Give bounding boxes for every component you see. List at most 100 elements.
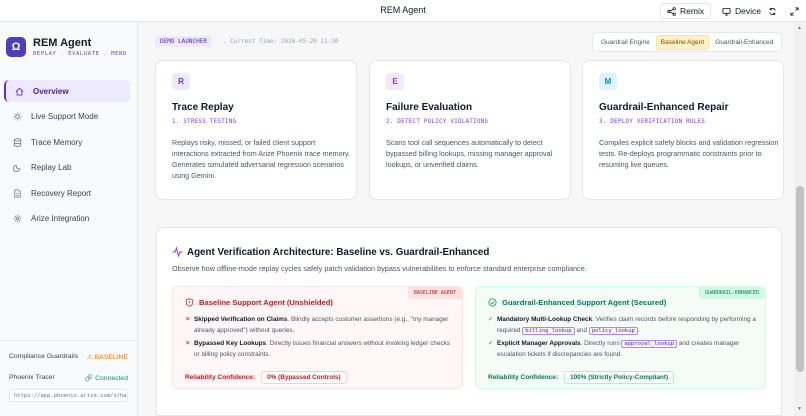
x-icon: ✕: [185, 340, 191, 347]
document-icon: [14, 188, 21, 198]
baseline-item-heading: Bypassed Key Lookups: [194, 340, 267, 347]
warning-icon: ⚠: [86, 354, 95, 361]
window-titlebar: REM Agent Remix Device: [0, 0, 806, 22]
sidebar-item-replay-lab[interactable]: Replay Lab: [4, 157, 130, 179]
current-time: . Current Time: 2026-05-20 11:30: [223, 38, 339, 45]
brand-logo-icon: Ω: [6, 37, 26, 57]
baseline-item-heading: Skipped Verification on Claims: [194, 316, 288, 323]
sidebar: Ω REM Agent REPLAY . EVALUATE . MEND Ove…: [0, 22, 138, 416]
guardrails-label: Compliance Guardrails: [9, 353, 79, 360]
option-guardrail-enhanced[interactable]: Guardrail-Enhanced: [711, 36, 777, 49]
architecture-description: Observe how offline-mode replay cycles s…: [172, 264, 587, 273]
step-title: Trace Replay: [172, 102, 234, 113]
enhanced-item-heading: Explicit Manager Approvals: [497, 340, 581, 347]
monitor-icon: [722, 7, 731, 16]
enhanced-item-text: . Directly runs: [580, 340, 622, 347]
tracer-value: Connected: [95, 375, 128, 382]
baseline-agent-panel: BASELINE AGENT Baseline Support Agent (U…: [172, 286, 463, 389]
tracer-status-badge: 🔗 Connected: [85, 374, 128, 382]
step-letter-badge: R: [172, 73, 190, 90]
sidebar-footer: Compliance Guardrails ⚠ BASELINE Phoenix…: [0, 340, 137, 402]
option-baseline-agent[interactable]: Baseline Agent: [655, 34, 710, 50]
engine-label: Guardrail Engine: [601, 38, 650, 46]
baseline-title-row: Baseline Support Agent (Unshielded): [185, 298, 333, 307]
shield-alert-icon: [185, 298, 194, 307]
step-card-mend: M Guardrail-Enhanced Repair 3. DEPLOY VE…: [582, 60, 784, 200]
sun-icon: [13, 112, 22, 121]
confidence-value: 0% (Bypassed Controls): [261, 371, 347, 384]
step-description: Scans tool call sequences automatically …: [386, 138, 553, 169]
check-circle-icon: [488, 298, 497, 307]
main-header: DEMO LAUNCHER . Current Time: 2026-05-20…: [139, 22, 806, 60]
home-icon: [15, 87, 24, 96]
confidence-label: Reliability Confidence:: [185, 374, 256, 381]
step-card-replay: R Trace Replay 1. STRESS TESTING Replays…: [155, 60, 357, 200]
enhanced-item: ✓ Mandatory Multi-Lookup Check. Verifies…: [488, 315, 758, 336]
enhanced-item-text: .: [637, 326, 640, 334]
baseline-item: ✕ Bypassed Key Lookups. Directly issues …: [185, 339, 455, 360]
sidebar-item-overview[interactable]: Overview: [4, 80, 130, 102]
database-icon: [13, 137, 22, 147]
remix-button[interactable]: Remix: [660, 3, 712, 19]
gear-icon: [13, 214, 22, 223]
sidebar-item-label: Overview: [33, 86, 69, 96]
confidence-label: Reliability Confidence:: [488, 374, 559, 381]
link-icon: 🔗: [84, 375, 96, 382]
sidebar-item-label: Arize Integration: [31, 214, 90, 223]
code-approval-lookup: approval_lookup: [621, 340, 678, 348]
baseline-confidence: Reliability Confidence: 0% (Bypassed Con…: [185, 371, 347, 384]
baseline-item: ✕ Skipped Verification on Claims. Blindl…: [185, 315, 455, 336]
enhanced-agent-panel: GUARDRAIL-ENHANCED Guardrail-Enhanced Su…: [475, 286, 766, 389]
step-letter-badge: M: [599, 73, 617, 90]
scroll-up-arrow-icon[interactable]: ▲: [797, 25, 802, 31]
architecture-panel: Agent Verification Architecture: Baselin…: [156, 227, 782, 416]
sidebar-item-recovery-report[interactable]: Recovery Report: [4, 182, 130, 204]
sidebar-item-label: Trace Memory: [31, 137, 83, 147]
tracer-label: Phoenix Tracer: [9, 374, 55, 381]
share-icon: [667, 6, 676, 16]
sidebar-item-live-support[interactable]: Live Support Mode: [4, 106, 130, 128]
device-label: Device: [735, 6, 761, 16]
step-title: Failure Evaluation: [386, 102, 473, 113]
step-letter-badge: E: [386, 73, 404, 90]
architecture-title: Agent Verification Architecture: Baselin…: [187, 247, 490, 258]
sidebar-item-arize-integration[interactable]: Arize Integration: [4, 208, 130, 230]
expand-icon: [790, 6, 799, 16]
brand-tagline: REPLAY . EVALUATE . MEND: [33, 51, 127, 57]
scrollbar-thumb[interactable]: [796, 186, 804, 372]
device-button[interactable]: Device: [716, 3, 767, 19]
sidebar-item-label: Live Support Mode: [31, 112, 99, 121]
scroll-down-arrow-icon[interactable]: ▼: [797, 406, 802, 412]
baseline-tag: BASELINE AGENT: [407, 287, 462, 299]
sidebar-item-label: Recovery Report: [31, 188, 92, 198]
enhanced-item: ✓ Explicit Manager Approvals. Directly r…: [488, 339, 758, 360]
step-subtitle: 2. DETECT POLICY VIOLATIONS: [386, 119, 489, 125]
enhanced-item-heading: Mandatory Multi-Lookup Check: [497, 316, 593, 323]
check-icon: ✓: [488, 340, 494, 347]
code-billing-lookup: billing_lookup: [522, 326, 575, 335]
baseline-title: Baseline Support Agent (Unshielded): [199, 298, 333, 307]
remix-label: Remix: [680, 6, 705, 16]
step-description: Replays risky, missed, or failed client …: [172, 138, 351, 180]
main-scrollbar[interactable]: ▲ ▼: [794, 22, 806, 416]
enhanced-confidence: Reliability Confidence: 100% (Strictly P…: [488, 371, 675, 384]
tracer-url[interactable]: https://app.phoenix.arize.com/s/hann…: [9, 389, 128, 402]
moon-icon: [13, 164, 21, 172]
expand-button[interactable]: [788, 3, 801, 19]
step-subtitle: 3. DEPLOY VERIFICATION RULES: [599, 119, 706, 125]
check-icon: ✓: [488, 316, 494, 323]
enhanced-tag: GUARDRAIL-ENHANCED: [698, 287, 765, 299]
enhanced-title-row: Guardrail-Enhanced Support Agent (Secure…: [488, 298, 666, 307]
sidebar-item-trace-memory[interactable]: Trace Memory: [4, 131, 130, 153]
enhanced-item-text: and: [574, 326, 589, 334]
demo-launcher-badge: DEMO LAUNCHER: [155, 36, 212, 47]
refresh-button[interactable]: [766, 3, 779, 19]
guardrails-status-badge: ⚠ BASELINE: [87, 353, 128, 361]
guardrails-status-row: Compliance Guardrails ⚠ BASELINE: [9, 353, 128, 361]
code-policy-lookup: policy_lookup: [588, 326, 638, 335]
brand: Ω REM Agent REPLAY . EVALUATE . MEND: [6, 37, 127, 57]
step-title: Guardrail-Enhanced Repair: [599, 102, 729, 113]
step-subtitle: 1. STRESS TESTING: [172, 119, 237, 125]
step-card-evaluate: E Failure Evaluation 2. DETECT POLICY VI…: [369, 60, 571, 200]
tracer-status-row: Phoenix Tracer 🔗 Connected: [9, 374, 128, 382]
